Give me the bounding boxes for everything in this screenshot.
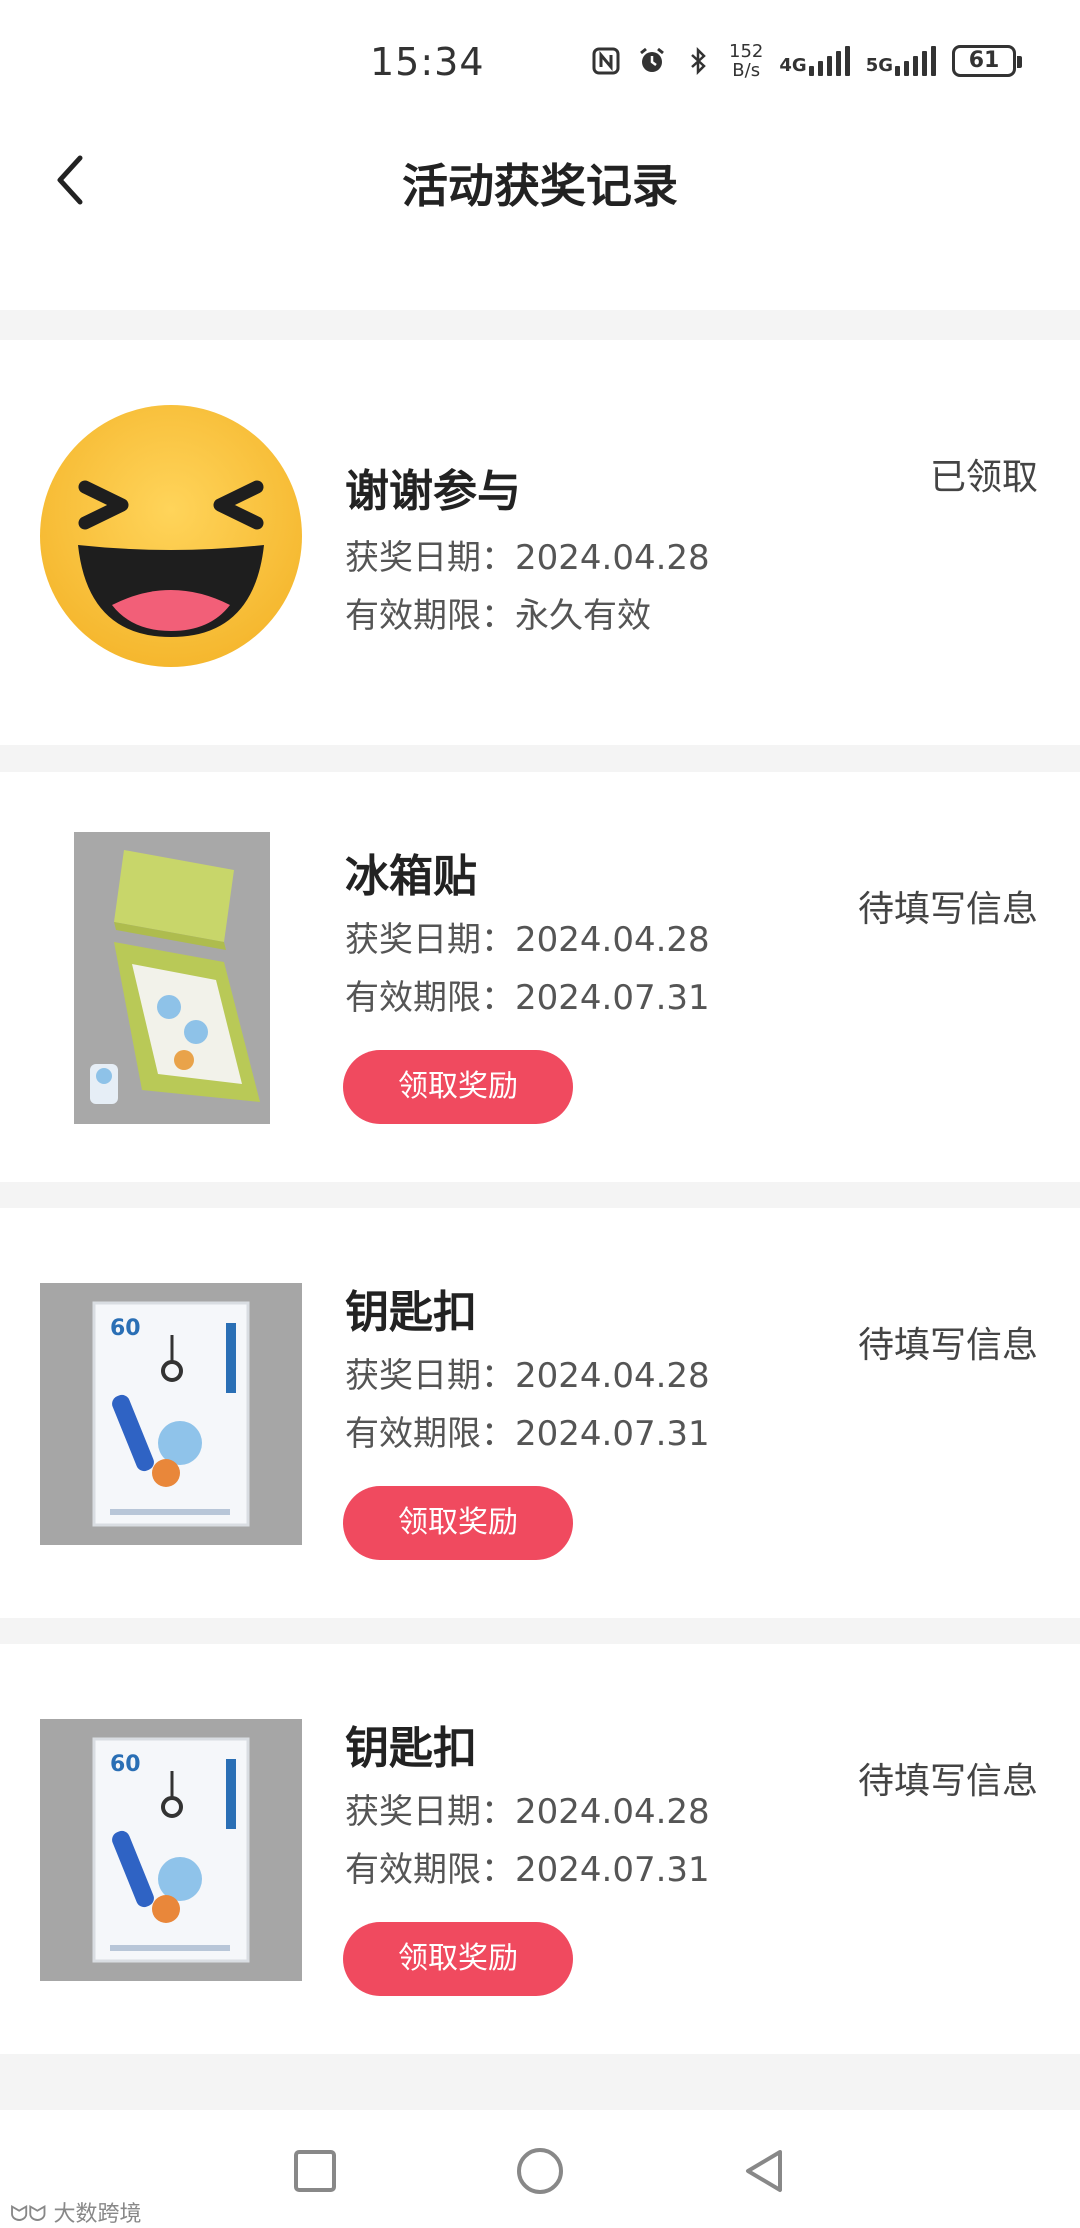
prize-status: 待填写信息: [857, 1325, 1038, 1366]
prize-expiry-label: 有效期限：: [345, 1414, 515, 1454]
prize-date-value: 2024.04.28: [515, 1792, 710, 1832]
signal-4g-label: 4G: [779, 55, 807, 76]
prize-image: [40, 405, 302, 667]
prize-image: [74, 832, 270, 1124]
prize-card: 60 钥匙扣 获奖日期：2024.04.28 有效期限：2024.07.31 待…: [0, 1644, 1080, 2054]
net-speed-unit: B/s: [732, 60, 761, 81]
nfc-icon: [591, 46, 621, 76]
prize-name: 冰箱贴: [345, 851, 477, 902]
bluetooth-icon: [683, 46, 713, 76]
battery-icon: 61: [952, 45, 1022, 77]
prize-date: 获奖日期：2024.04.28: [345, 1784, 710, 1833]
signal-5g: 5G: [866, 46, 936, 76]
prize-status: 已领取: [929, 457, 1038, 498]
prize-date-label: 获奖日期：: [345, 538, 515, 578]
svg-text:60: 60: [110, 1316, 141, 1341]
prize-status: 待填写信息: [857, 1761, 1038, 1802]
alarm-icon: [637, 46, 667, 76]
fridge-magnet-box-image: [74, 832, 270, 1124]
prize-card: 冰箱贴 获奖日期：2024.04.28 有效期限：2024.07.31 待填写信…: [0, 772, 1080, 1182]
signal-bars-icon: [895, 46, 936, 76]
square-icon: [294, 2150, 336, 2192]
prize-image: 60: [40, 1283, 302, 1545]
prize-date-label: 获奖日期：: [345, 920, 515, 960]
prize-date: 获奖日期：2024.04.28: [345, 1348, 710, 1397]
prize-expiry: 有效期限：2024.07.31: [345, 1842, 710, 1891]
prize-expiry-value: 2024.07.31: [515, 1414, 710, 1454]
prize-name: 钥匙扣: [345, 1287, 477, 1338]
watermark-text: 大数跨境: [53, 2202, 142, 2227]
watermark-logo-icon: ᗢᗢ: [10, 2202, 54, 2227]
net-speed-value: 152: [729, 41, 764, 62]
status-icons: 152 B/s 4G 5G 61: [591, 42, 1022, 80]
prize-expiry-label: 有效期限：: [345, 978, 515, 1018]
prize-date: 获奖日期：2024.04.28: [345, 912, 710, 961]
prize-name: 钥匙扣: [345, 1723, 477, 1774]
prize-date-value: 2024.04.28: [515, 1356, 710, 1396]
claim-reward-button[interactable]: 领取奖励: [343, 1050, 573, 1124]
prize-status: 待填写信息: [857, 889, 1038, 930]
prize-expiry-label: 有效期限：: [345, 596, 515, 636]
prize-date-label: 获奖日期：: [345, 1356, 515, 1396]
svg-text:60: 60: [110, 1752, 141, 1777]
prize-expiry: 有效期限：2024.07.31: [345, 970, 710, 1019]
page-title: 活动获奖记录: [402, 159, 678, 213]
status-time: 15:34: [370, 40, 485, 84]
claim-reward-button[interactable]: 领取奖励: [343, 1486, 573, 1560]
prize-expiry-label: 有效期限：: [345, 1850, 515, 1890]
keychain-package-image: 60: [40, 1283, 302, 1545]
network-speed: 152 B/s: [729, 42, 763, 80]
circle-icon: [517, 2148, 563, 2194]
prize-date-value: 2024.04.28: [515, 920, 710, 960]
prize-name: 谢谢参与: [345, 466, 521, 517]
triangle-back-icon: [746, 2150, 782, 2192]
signal-5g-label: 5G: [865, 55, 893, 76]
system-nav-bar: [0, 2110, 1080, 2228]
claim-reward-button[interactable]: 领取奖励: [343, 1922, 573, 1996]
back-nav-button[interactable]: [740, 2146, 790, 2196]
prize-image: 60: [40, 1719, 302, 1981]
laughing-emoji-icon: [40, 405, 302, 667]
prize-date-label: 获奖日期：: [345, 1792, 515, 1832]
home-button[interactable]: [515, 2146, 565, 2196]
prize-expiry: 有效期限：2024.07.31: [345, 1406, 710, 1455]
page-header: 活动获奖记录: [0, 120, 1080, 310]
signal-4g: 4G: [779, 46, 850, 76]
prize-expiry-value: 永久有效: [515, 596, 651, 636]
prize-expiry-value: 2024.07.31: [515, 1850, 710, 1890]
prize-card: 谢谢参与 获奖日期：2024.04.28 有效期限：永久有效 已领取: [0, 340, 1080, 745]
prize-expiry: 有效期限：永久有效: [345, 588, 651, 637]
prize-expiry-value: 2024.07.31: [515, 978, 710, 1018]
prize-date-value: 2024.04.28: [515, 538, 710, 578]
signal-bars-icon: [808, 46, 850, 76]
keychain-package-image: 60: [40, 1719, 302, 1981]
recent-apps-button[interactable]: [290, 2146, 340, 2196]
prize-date: 获奖日期：2024.04.28: [345, 530, 710, 579]
prize-card: 60 钥匙扣 获奖日期：2024.04.28 有效期限：2024.07.31 待…: [0, 1208, 1080, 1618]
watermark: ᗢᗢ 大数跨境: [10, 2196, 142, 2228]
status-bar: 15:34 152 B/s 4G 5G 61: [0, 0, 1080, 120]
